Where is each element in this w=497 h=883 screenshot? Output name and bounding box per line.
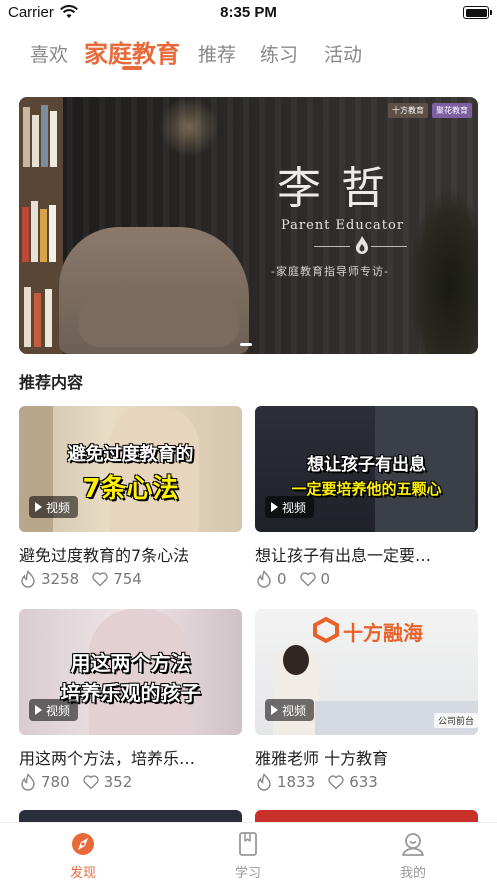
category-tabs: 喜欢 家庭教育 推荐 练习 活动 [0, 30, 497, 76]
nav-mine[interactable]: 我的 [373, 831, 453, 881]
likes-count: 0 [277, 570, 287, 588]
divider [371, 246, 407, 247]
tab-like[interactable]: 喜欢 [30, 40, 68, 67]
video-badge-label: 视频 [282, 500, 307, 515]
likes-count: 3258 [41, 570, 80, 588]
section-title: 推荐内容 [19, 373, 84, 392]
video-badge: 视频 [29, 496, 79, 518]
banner-lamp-glow [159, 97, 219, 157]
armchair-seat [79, 297, 239, 347]
thumbnail-sign: 公司前台 [433, 713, 478, 728]
heart-icon[interactable] [91, 570, 109, 588]
card-thumbnail[interactable]: 用这两个方法 培养乐观的孩子 视频 [19, 609, 242, 735]
plant-image [408, 187, 478, 354]
discover-compass-icon [72, 833, 94, 855]
book-icon [239, 832, 257, 856]
video-badge-label: 视频 [46, 703, 71, 718]
thumbnail-brand: 十方融海 [343, 621, 423, 645]
play-icon [271, 705, 278, 715]
card-title[interactable]: 想让孩子有出息一定要… [255, 542, 478, 566]
divider [314, 246, 350, 247]
bookshelf-image [19, 97, 63, 354]
banner-person-name: 李哲 [277, 163, 405, 214]
bottom-tab-bar: 发现 学习 我的 [0, 822, 497, 883]
heart-icon[interactable] [327, 773, 345, 791]
card-title[interactable]: 雅雅老师 十方教育 [255, 745, 478, 769]
video-badge: 视频 [265, 496, 315, 518]
card-stats: 3258 754 [19, 569, 142, 589]
carousel-page-indicator [240, 343, 252, 346]
heart-icon[interactable] [82, 773, 100, 791]
favorites-count: 633 [349, 773, 378, 791]
profile-icon [402, 833, 424, 856]
video-badge-label: 视频 [282, 703, 307, 718]
thumbnail-caption-line1: 避免过度教育的 [67, 444, 194, 465]
favorites-count: 754 [113, 570, 142, 588]
thumbnail-caption-line1: 用这两个方法 [70, 651, 191, 675]
likes-count: 1833 [277, 773, 316, 791]
card-thumbnail[interactable]: 十方融海 公司前台 视频 [255, 609, 478, 735]
play-icon [271, 502, 278, 512]
nav-mine-label: 我的 [399, 866, 426, 881]
nav-study[interactable]: 学习 [208, 831, 288, 881]
active-tab-indicator [122, 66, 142, 70]
video-badge-label: 视频 [46, 500, 71, 515]
banner-subtitle-en: Parent Educator [281, 218, 405, 233]
tab-recommend[interactable]: 推荐 [198, 40, 236, 67]
favorites-count: 352 [103, 773, 133, 791]
nav-discover[interactable]: 发现 [43, 831, 123, 881]
thumbnail-person-head [283, 645, 309, 675]
card-thumbnail[interactable]: 避免过度教育的 7条心法 视频 [19, 406, 242, 532]
play-icon [35, 705, 42, 715]
video-badge: 视频 [29, 699, 79, 721]
card-title[interactable]: 用这两个方法，培养乐… [19, 745, 242, 769]
video-badge: 视频 [265, 699, 315, 721]
status-time: 8:35 PM [220, 4, 277, 21]
tab-family-education[interactable]: 家庭教育 [84, 34, 180, 69]
banner-subtitle-cn: -家庭教育指导师专访- [271, 265, 389, 278]
tab-activity[interactable]: 活动 [324, 40, 362, 67]
nav-discover-label: 发现 [69, 866, 96, 881]
content-card[interactable]: 十方融海 公司前台 视频 雅雅老师 十方教育 1833 633 [255, 609, 478, 799]
battery-icon [463, 6, 492, 19]
fire-icon [21, 570, 35, 588]
banner-logos: 十方教育 聚花教育 [388, 103, 472, 118]
status-bar: Carrier 8:35 PM [0, 0, 497, 26]
thumbnail-caption-line1: 想让孩子有出息 [307, 455, 426, 475]
logo-juhua: 聚花教育 [432, 103, 472, 118]
card-stats: 0 0 [255, 569, 330, 589]
card-title[interactable]: 避免过度教育的7条心法 [19, 542, 242, 566]
fire-icon [257, 773, 271, 791]
flame-logo-icon [356, 236, 368, 254]
nav-study-label: 学习 [234, 866, 261, 881]
favorites-count: 0 [320, 570, 331, 588]
tab-practice[interactable]: 练习 [260, 40, 298, 67]
card-stats: 1833 633 [255, 772, 378, 792]
card-stats: 780 352 [19, 772, 132, 792]
content-card[interactable]: 用这两个方法 培养乐观的孩子 视频 用这两个方法，培养乐… 780 352 [19, 609, 242, 799]
logo-shifang: 十方教育 [388, 103, 428, 118]
content-card[interactable]: 想让孩子有出息 一定要培养他的五颗心 视频 想让孩子有出息一定要… 0 0 [255, 406, 478, 596]
card-thumbnail[interactable]: 想让孩子有出息 一定要培养他的五颗心 视频 [255, 406, 478, 532]
play-icon [35, 502, 42, 512]
shifang-logo-icon [313, 617, 339, 643]
fire-icon [21, 773, 35, 791]
likes-count: 780 [41, 773, 70, 791]
heart-icon[interactable] [299, 570, 317, 588]
banner-carousel[interactable]: 十方教育 聚花教育 李哲 Parent Educator -家庭教育指导师专访- [19, 97, 478, 354]
fire-icon [257, 570, 271, 588]
content-card[interactable]: 避免过度教育的 7条心法 视频 避免过度教育的7条心法 3258 754 [19, 406, 242, 596]
